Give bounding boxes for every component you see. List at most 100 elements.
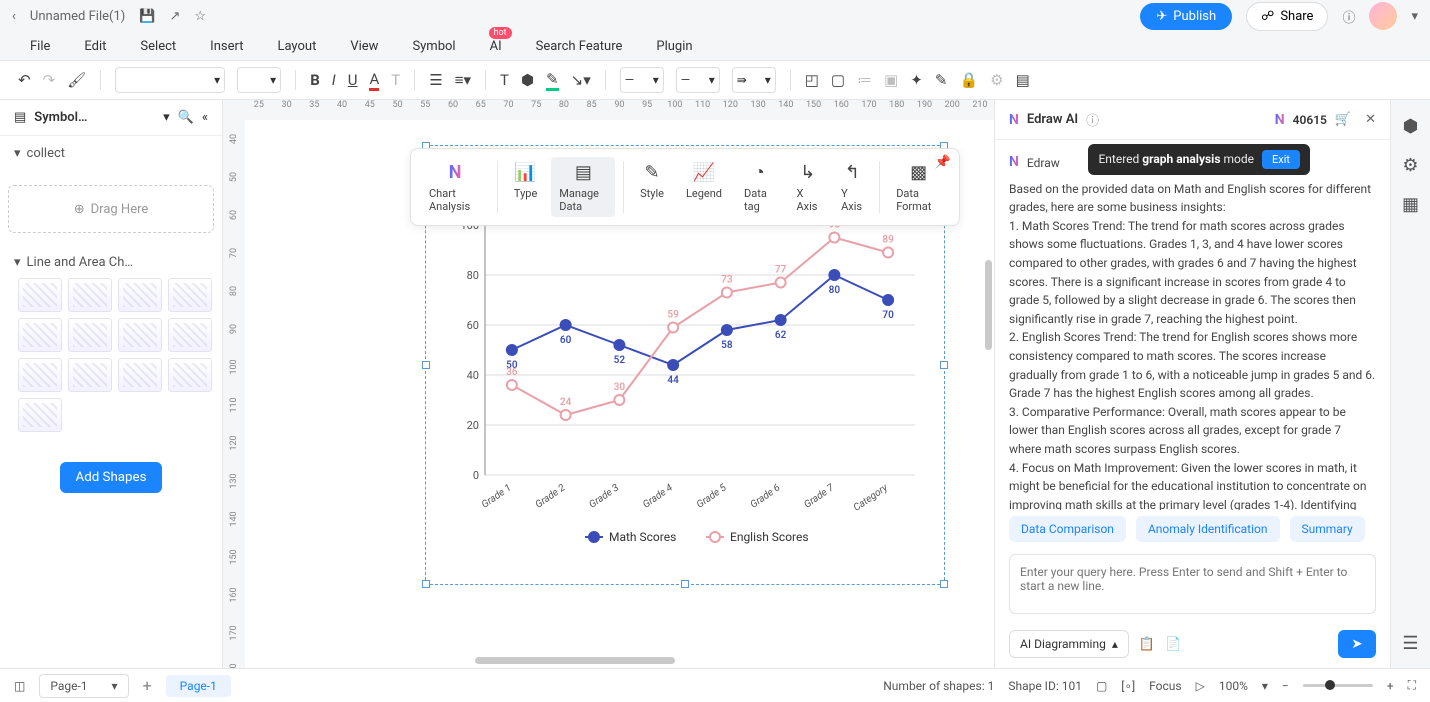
collect-section[interactable]: ▾ collect — [14, 146, 208, 161]
export-icon[interactable]: ↗ — [170, 9, 181, 24]
info-icon[interactable]: ⓘ — [1086, 110, 1099, 129]
underline-button[interactable]: U — [348, 71, 358, 89]
data-tag-button[interactable]: ◔Data tag — [736, 157, 782, 217]
layer-back-button[interactable]: ▢ — [831, 71, 845, 89]
chart-thumb[interactable] — [168, 278, 212, 312]
ai-tool-icon[interactable]: ⚙ — [1402, 155, 1418, 176]
lock-button[interactable]: 🔒 — [959, 71, 978, 89]
ai-query-input[interactable] — [1009, 554, 1376, 614]
canvas[interactable]: 2530354045505560657075808590951001101201… — [223, 100, 994, 668]
chart-thumb[interactable] — [18, 358, 62, 392]
play-icon[interactable]: ▷ — [1196, 679, 1205, 693]
zoom-value[interactable]: 100% — [1219, 679, 1248, 693]
layers-icon[interactable]: ▢ — [1096, 679, 1107, 693]
chart-thumb[interactable] — [118, 318, 162, 352]
page-select[interactable]: Page-1▾ — [39, 674, 128, 698]
chip-anomaly[interactable]: Anomaly Identification — [1136, 516, 1280, 542]
focus-icon[interactable]: [∘] — [1121, 679, 1135, 693]
x-axis-button[interactable]: ↳X Axis — [788, 157, 827, 217]
line-area-section[interactable]: ▾ Line and Area Ch… — [14, 255, 208, 270]
avatar[interactable] — [1369, 2, 1397, 30]
italic-button[interactable]: I — [332, 71, 336, 89]
back-icon[interactable]: ‹ — [12, 9, 16, 24]
line-style-select[interactable]: —▾ — [620, 67, 664, 93]
settings-rail-icon[interactable]: ☰ — [1402, 633, 1418, 654]
legend-button[interactable]: 📈Legend — [678, 157, 730, 217]
history-icon[interactable]: 📋 — [1139, 637, 1155, 652]
chart-style-button[interactable]: ✎Style — [632, 157, 672, 217]
menu-insert[interactable]: Insert — [210, 39, 243, 54]
chevron-down-icon[interactable]: ▾ — [1262, 679, 1268, 693]
chart-thumb[interactable] — [168, 318, 212, 352]
menu-symbol[interactable]: Symbol — [412, 39, 455, 54]
chart-thumb[interactable] — [118, 278, 162, 312]
chart-thumb[interactable] — [18, 398, 62, 432]
manage-data-button[interactable]: ▤Manage Data — [551, 157, 615, 217]
chart-thumb[interactable] — [68, 318, 112, 352]
close-icon[interactable]: ✕ — [1365, 112, 1376, 127]
star-icon[interactable]: ☆ — [194, 9, 206, 24]
chart-thumb[interactable] — [18, 278, 62, 312]
fill-button[interactable]: ⬢ — [521, 71, 534, 89]
chart-analysis-button[interactable]: NChart Analysis — [421, 157, 489, 217]
grid-tool-icon[interactable]: ▦ — [1402, 194, 1419, 215]
horizontal-scrollbar[interactable] — [475, 657, 675, 664]
settings-button[interactable]: ⚙ — [990, 71, 1003, 89]
send-button[interactable]: ➤ — [1338, 630, 1376, 658]
chart-thumb[interactable] — [118, 358, 162, 392]
chip-summary[interactable]: Summary — [1290, 516, 1365, 542]
text-style-button[interactable]: T — [391, 71, 400, 89]
font-family-select[interactable]: ▾ — [115, 67, 225, 93]
y-axis-button[interactable]: ↰Y Axis — [833, 157, 871, 217]
text-tool-button[interactable]: T — [500, 71, 509, 89]
undo-button[interactable]: ↶ — [18, 71, 31, 89]
line-chart[interactable]: 020406080100Grade 1Grade 2Grade 3Grade 4… — [445, 215, 925, 555]
menu-ai[interactable]: AI hot — [490, 39, 502, 54]
pin-icon[interactable]: 📌 — [935, 155, 951, 170]
align-button[interactable]: ☰ — [429, 71, 442, 89]
edit-button[interactable]: ✎ — [935, 71, 948, 89]
exit-mode-button[interactable]: Exit — [1262, 150, 1300, 169]
chip-data-comparison[interactable]: Data Comparison — [1009, 516, 1126, 542]
template-icon[interactable]: 📄 — [1165, 637, 1181, 652]
resize-handle[interactable] — [422, 361, 430, 369]
menu-select[interactable]: Select — [140, 39, 176, 54]
resize-handle[interactable] — [940, 580, 948, 588]
help-icon[interactable]: ⓘ — [1342, 7, 1355, 26]
connector-button[interactable]: ↘▾ — [571, 71, 591, 89]
menu-layout[interactable]: Layout — [277, 39, 316, 54]
zoom-slider[interactable] — [1303, 684, 1373, 687]
zoom-out-button[interactable]: − — [1282, 679, 1289, 693]
drag-here-zone[interactable]: ⊕ Drag Here — [8, 185, 214, 233]
table-button[interactable]: ▤ — [1016, 71, 1030, 89]
menu-edit[interactable]: Edit — [84, 39, 106, 54]
line-weight-select[interactable]: —▾ — [676, 67, 720, 93]
align-objects-button[interactable]: ≔ — [857, 71, 872, 89]
chart-thumb[interactable] — [18, 318, 62, 352]
chart-thumb[interactable] — [68, 278, 112, 312]
menu-view[interactable]: View — [350, 39, 378, 54]
format-painter-button[interactable]: 🖌 — [67, 71, 86, 89]
vertical-scrollbar[interactable] — [985, 260, 992, 350]
library-dropdown-icon[interactable]: ▾ — [163, 110, 170, 125]
page-tab[interactable]: Page-1 — [166, 675, 231, 697]
add-page-button[interactable]: + — [143, 676, 152, 695]
caret-down-icon[interactable]: ▾ — [1411, 9, 1418, 24]
resize-handle[interactable] — [940, 361, 948, 369]
publish-button[interactable]: ✈ Publish — [1140, 3, 1232, 30]
menu-search-feature[interactable]: Search Feature — [536, 39, 623, 54]
layer-front-button[interactable]: ◰ — [805, 71, 819, 89]
chart-thumb[interactable] — [168, 358, 212, 392]
share-button[interactable]: ☍ Share — [1246, 2, 1328, 31]
resize-handle[interactable] — [422, 580, 430, 588]
font-size-select[interactable]: ▾ — [237, 67, 281, 93]
search-icon[interactable]: 🔍 — [178, 110, 194, 125]
fullscreen-icon[interactable]: ⛶ — [1408, 678, 1416, 693]
menu-file[interactable]: File — [30, 39, 50, 54]
cart-icon[interactable]: 🛒 — [1335, 112, 1351, 127]
zoom-in-button[interactable]: + — [1387, 679, 1394, 693]
collapse-icon[interactable]: « — [202, 110, 208, 125]
magic-button[interactable]: ✦ — [910, 71, 923, 89]
line-spacing-button[interactable]: ≡▾ — [455, 71, 471, 89]
menu-plugin[interactable]: Plugin — [656, 39, 692, 54]
